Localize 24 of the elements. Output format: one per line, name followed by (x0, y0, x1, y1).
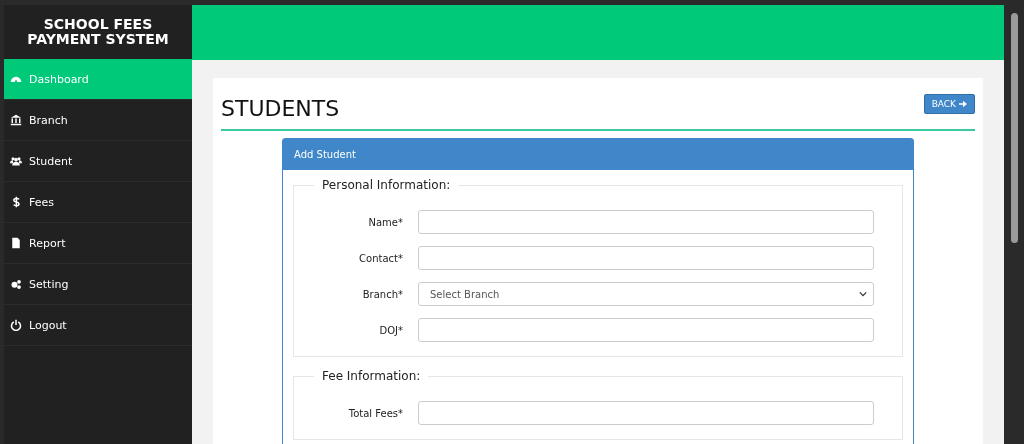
page-title: STUDENTS (221, 96, 340, 121)
input-field[interactable] (418, 246, 874, 270)
field-label: Total Fees* (347, 407, 404, 419)
input-field[interactable] (418, 401, 874, 425)
input-field[interactable] (418, 318, 874, 342)
file-icon (10, 237, 22, 249)
select-field[interactable]: Select Branch (418, 282, 874, 306)
dollar-icon (10, 196, 22, 208)
panel-header: Add Student (283, 139, 913, 170)
field-label: Name* (367, 216, 404, 228)
field-label: Contact* (358, 252, 404, 264)
section-title: Personal Information: (321, 178, 452, 192)
bank-icon (10, 114, 22, 126)
users-icon (10, 155, 22, 167)
input-field[interactable] (418, 210, 874, 234)
app-title: SCHOOL FEES PAYMENT SYSTEM (26, 15, 170, 49)
arrow-icon (959, 99, 967, 108)
power-icon (10, 319, 22, 331)
field-label: DOJ* (378, 324, 404, 336)
back-button[interactable]: BACK (923, 93, 975, 114)
gears-icon (10, 278, 22, 290)
section-title: Fee Information: (321, 369, 422, 383)
field-label: Branch* (361, 288, 404, 300)
chevron-icon (859, 291, 867, 297)
